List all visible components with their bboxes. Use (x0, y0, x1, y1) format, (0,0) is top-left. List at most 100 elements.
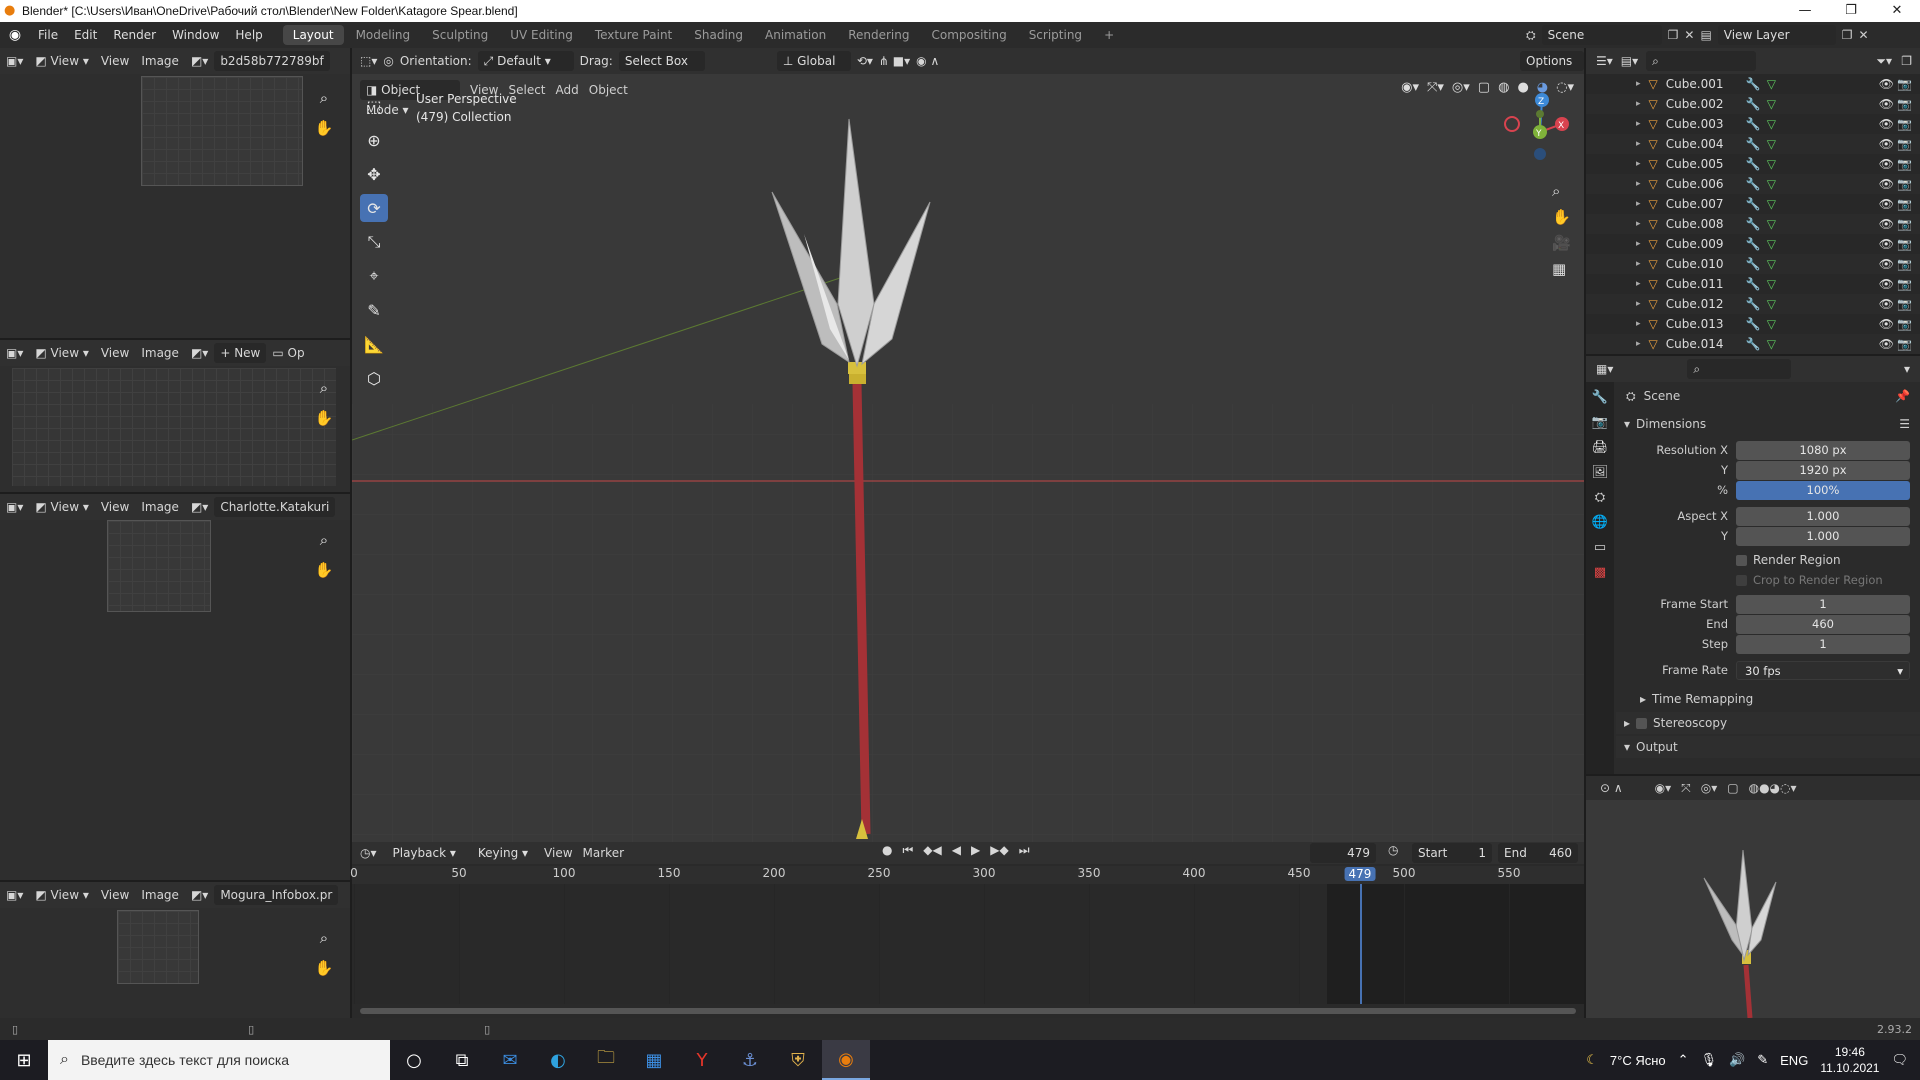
object-menu[interactable]: Object (589, 83, 628, 97)
visibility-eye-icon[interactable]: 👁 (1879, 137, 1894, 151)
outliner-row[interactable]: ▸ ▽ Cube.005 🔧 ▽ 👁 📷 (1586, 154, 1920, 174)
modifier-icon[interactable]: 🔧 (1746, 177, 1761, 191)
aspect-y-field[interactable]: 1.000 (1736, 526, 1910, 546)
editor-type-icon[interactable]: ◷▾ (360, 846, 377, 860)
new-collection-icon[interactable]: ❐ (1901, 54, 1912, 68)
render-camera-icon[interactable]: 📷 (1897, 297, 1912, 311)
stereoscopy-panel[interactable]: ▸ Stereoscopy (1616, 712, 1920, 734)
properties-search-input[interactable]: ⌕ (1687, 359, 1792, 379)
output-tab-icon[interactable]: 🖨 (1592, 440, 1609, 455)
expand-icon[interactable]: ▾ (1904, 362, 1910, 376)
play-icon[interactable]: ▶ (971, 843, 980, 858)
timeline-scrollbar[interactable] (360, 1008, 1576, 1014)
gizmo-toggle-icon[interactable]: ⤧▾ (1427, 80, 1444, 95)
annotate-tool-icon[interactable]: ✎ (360, 296, 388, 324)
current-frame-field[interactable]: 479 (1310, 843, 1376, 863)
play-reverse-icon[interactable]: ◀ (952, 843, 961, 858)
visibility-eye-icon[interactable]: 👁 (1879, 177, 1894, 191)
tab-shading[interactable]: Shading (684, 25, 753, 45)
outliner-row[interactable]: ▸ ▽ Cube.004 🔧 ▽ 👁 📷 (1586, 134, 1920, 154)
expand-arrow-icon[interactable]: ▸ (1636, 179, 1641, 189)
rotate-tool-icon[interactable]: ⟳ (360, 194, 388, 222)
expand-arrow-icon[interactable]: ▸ (1636, 299, 1641, 309)
tool-settings-icon[interactable]: ◎ (383, 54, 393, 68)
expand-arrow-icon[interactable]: ▸ (1636, 339, 1641, 349)
pan-hand-icon[interactable]: ✋ (312, 956, 336, 980)
world-tab-icon[interactable]: 🌐 (1592, 515, 1608, 530)
zoom-icon[interactable]: ⌕ (312, 86, 336, 110)
overlay-toggle-icon[interactable]: ◎▾ (1452, 80, 1470, 95)
view-layer-selector[interactable]: View Layer (1717, 25, 1836, 45)
view-mode-dropdown[interactable]: ◩ View ▾ (29, 343, 94, 363)
expand-arrow-icon[interactable]: ▸ (1636, 79, 1641, 89)
preview-viewport[interactable]: ⊙ ∧ ◉▾ ⤧ ◎▾ ▢ ◍●◕◌▾ (1586, 776, 1920, 1018)
tab-rendering[interactable]: Rendering (838, 25, 919, 45)
expand-arrow-icon[interactable]: ▸ (1636, 319, 1641, 329)
resolution-y-field[interactable]: 1920 px (1736, 460, 1910, 480)
image-menu[interactable]: Image (135, 497, 185, 517)
gizmo-toggle-icon[interactable]: ⤧ (1681, 781, 1691, 796)
blender-menu-icon[interactable]: ◉ (0, 27, 30, 43)
pan-hand-icon[interactable]: ✋ (312, 116, 336, 140)
record-icon[interactable]: ● (882, 843, 892, 858)
microphone-icon[interactable]: 🎙 (1701, 1052, 1718, 1068)
render-camera-icon[interactable]: 📷 (1897, 217, 1912, 231)
outliner-row[interactable]: ▸ ▽ Cube.010 🔧 ▽ 👁 📷 (1586, 254, 1920, 274)
notifications-icon[interactable]: 🗨 (1891, 1052, 1908, 1068)
editor-type-icon[interactable]: ☰▾ (1596, 54, 1613, 68)
view-layer-tab-icon[interactable]: 🖼 (1592, 465, 1609, 480)
outliner-row[interactable]: ▸ ▽ Cube.006 🔧 ▽ 👁 📷 (1586, 174, 1920, 194)
mail-icon[interactable]: ✉ (486, 1040, 534, 1080)
anchor-app-icon[interactable]: ⚓ (726, 1040, 774, 1080)
modifier-icon[interactable]: 🔧 (1746, 277, 1761, 291)
image-browse-icon[interactable]: ◩▾ (185, 51, 214, 71)
visibility-eye-icon[interactable]: 👁 (1879, 197, 1894, 211)
render-region-checkbox[interactable] (1736, 554, 1747, 566)
pan-hand-icon[interactable]: ✋ (1552, 208, 1571, 226)
pen-icon[interactable]: ✎ (1757, 1052, 1768, 1068)
expand-arrow-icon[interactable]: ▸ (1636, 199, 1641, 209)
visibility-eye-icon[interactable]: 👁 (1879, 97, 1894, 111)
expand-arrow-icon[interactable]: ▸ (1636, 239, 1641, 249)
start-frame-field[interactable]: Start 1 (1412, 843, 1492, 863)
camera-view-icon[interactable]: 🎥 (1552, 234, 1571, 252)
tab-modeling[interactable]: Modeling (346, 25, 421, 45)
menu-file[interactable]: File (30, 22, 66, 48)
expand-arrow-icon[interactable]: ▸ (1636, 139, 1641, 149)
view-mode-dropdown[interactable]: ◩ View ▾ (29, 497, 94, 517)
presets-icon[interactable]: ☰ (1899, 417, 1910, 431)
expand-arrow-icon[interactable]: ▸ (1636, 119, 1641, 129)
texture-tab-icon[interactable]: ▩ (1594, 565, 1606, 580)
playhead-line[interactable] (1359, 884, 1362, 1004)
visibility-icon[interactable]: ◉▾ (1655, 781, 1672, 795)
outliner-row[interactable]: ▸ ▽ Cube.013 🔧 ▽ 👁 📷 (1586, 314, 1920, 334)
scene-selector[interactable]: Scene (1541, 25, 1662, 45)
modifier-icon[interactable]: 🔧 (1746, 157, 1761, 171)
orthographic-toggle-icon[interactable]: ▦ (1552, 260, 1571, 278)
visibility-eye-icon[interactable]: 👁 (1879, 297, 1894, 311)
filter-icon[interactable]: ⏷▾ (1876, 54, 1892, 69)
new-scene-icon[interactable]: ❐ (1668, 28, 1679, 42)
orientation-dropdown[interactable]: ⤢ Default ▾ (477, 51, 574, 71)
outliner-row[interactable]: ▸ ▽ Cube.009 🔧 ▽ 👁 📷 (1586, 234, 1920, 254)
playback-menu[interactable]: Playback ▾ (387, 843, 462, 863)
image-browse-icon[interactable]: ◩▾ (185, 885, 214, 905)
outliner-search-input[interactable]: ⌕ (1646, 51, 1757, 71)
output-panel[interactable]: ▾ Output (1616, 736, 1920, 758)
expand-arrow-icon[interactable]: ▸ (1636, 259, 1641, 269)
pan-hand-icon[interactable]: ✋ (312, 406, 336, 430)
render-camera-icon[interactable]: 📷 (1897, 277, 1912, 291)
start-icon[interactable]: ⊞ (0, 1040, 48, 1080)
editor-type-icon[interactable]: ▣▾ (0, 343, 29, 363)
image-name-field[interactable]: b2d58b772789bf (214, 51, 330, 71)
maximize-icon[interactable]: ❐ (1828, 0, 1874, 22)
render-camera-icon[interactable]: 📷 (1897, 197, 1912, 211)
3d-viewport[interactable]: ◨ Object Mode ▾ View Select Add Object ◉… (352, 74, 1584, 842)
open-image-button[interactable]: ▭ Op (266, 343, 310, 363)
outliner-row[interactable]: ▸ ▽ Cube.001 🔧 ▽ 👁 📷 (1586, 74, 1920, 94)
editor-type-icon[interactable]: ▦▾ (1596, 362, 1613, 376)
modifier-icon[interactable]: 🔧 (1746, 237, 1761, 251)
render-camera-icon[interactable]: 📷 (1897, 337, 1912, 351)
pin-icon[interactable]: 📌 (1895, 389, 1910, 403)
outliner-row[interactable]: ▸ ▽ Cube.003 🔧 ▽ 👁 📷 (1586, 114, 1920, 134)
